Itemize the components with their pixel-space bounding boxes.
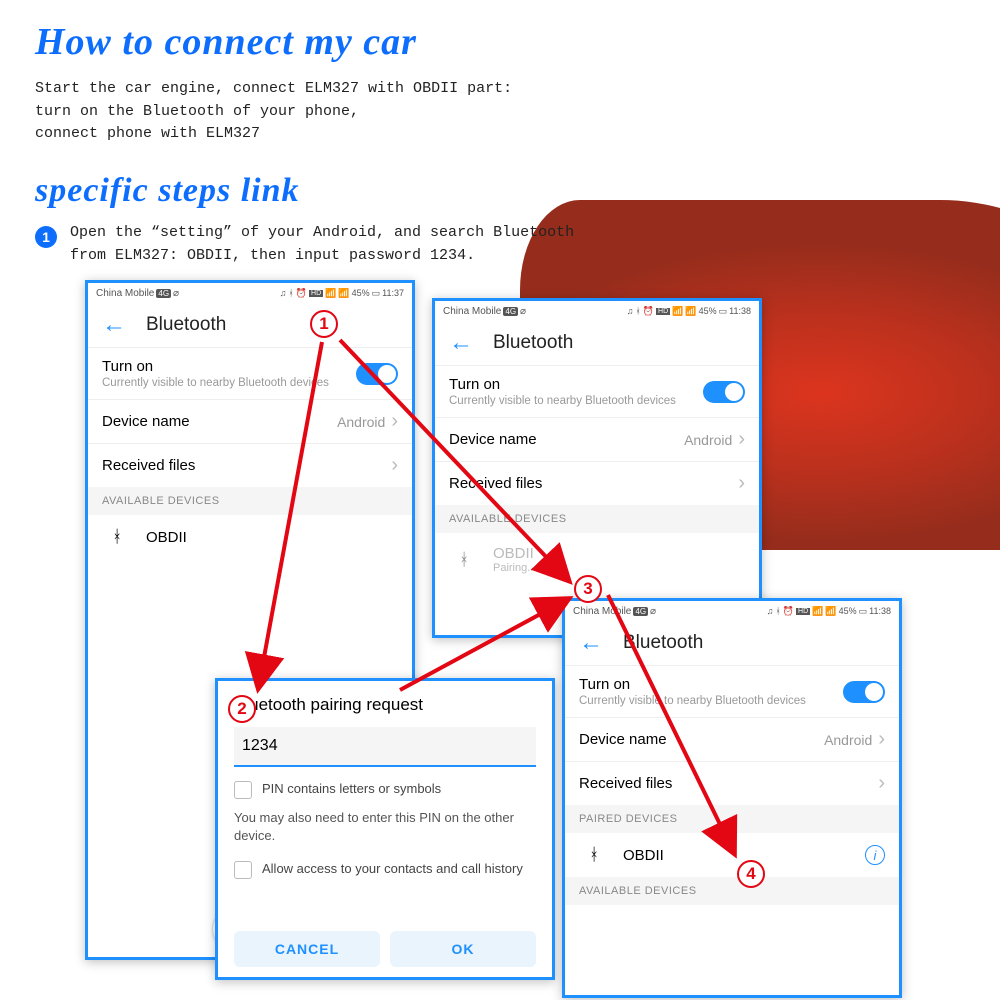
turn-on-sub: Currently visible to nearby Bluetooth de… (449, 395, 676, 407)
battery-icon: ▭ (719, 306, 728, 317)
back-arrow-icon[interactable]: ← (102, 311, 126, 339)
bluetooth-device-icon: ᚼ (589, 845, 607, 865)
headphone-icon: ♫ (767, 606, 774, 616)
status-bar: China Mobile 4G ⌀ ♫ ᚼ ⏰ HD 📶 📶 45% ▭ 11:… (565, 601, 899, 621)
pin-input[interactable] (234, 727, 536, 767)
step-instruction-text: Open the “setting” of your Android, and … (70, 222, 574, 267)
chevron-right-icon: › (878, 772, 885, 795)
dialog-title: Bluetooth pairing request (234, 695, 536, 715)
received-files-row[interactable]: Received files › (435, 461, 759, 505)
bluetooth-toggle[interactable] (356, 363, 398, 385)
back-arrow-icon[interactable]: ← (579, 629, 603, 657)
info-icon[interactable]: i (865, 845, 885, 865)
screen-title: Bluetooth (493, 332, 573, 354)
alarm-icon: ⏰ (783, 606, 794, 617)
ok-button[interactable]: OK (390, 931, 536, 967)
dialog-note: You may also need to enter this PIN on t… (234, 809, 536, 845)
device-name-row[interactable]: Device name Android› (435, 417, 759, 461)
battery-icon: ▭ (372, 288, 381, 299)
battery-icon: ▭ (859, 606, 868, 617)
bluetooth-toggle[interactable] (703, 381, 745, 403)
chevron-right-icon: › (738, 428, 745, 450)
device-name-row[interactable]: Device name Android› (565, 717, 899, 761)
device-obdii[interactable]: ᚼ OBDII (88, 515, 412, 559)
available-devices-header: AVAILABLE DEVICES (565, 877, 899, 905)
pin-letters-label: PIN contains letters or symbols (262, 781, 441, 796)
wifi-icon: 📶 (672, 306, 683, 317)
allow-access-label: Allow access to your contacts and call h… (262, 861, 523, 876)
status-bar: China Mobile 4G ⌀ ♫ ᚼ ⏰ HD 📶 📶 45% ▭ 11:… (88, 283, 412, 303)
wifi-icon: 📶 (325, 288, 336, 299)
allow-access-checkbox[interactable] (234, 861, 252, 879)
available-devices-header: AVAILABLE DEVICES (435, 505, 759, 533)
chevron-right-icon: › (391, 410, 398, 432)
bluetooth-icon: ᚼ (775, 606, 780, 616)
chevron-right-icon: › (878, 728, 885, 750)
bluetooth-device-icon: ᚼ (112, 527, 130, 547)
device-name-row[interactable]: Device name Android› (88, 399, 412, 443)
sub-title: specific steps link (35, 172, 300, 210)
phone-screenshot-3: China Mobile 4G ⌀ ♫ ᚼ ⏰ HD 📶 📶 45% ▭ 11:… (562, 598, 902, 998)
signal-icon: 📶 (685, 306, 696, 317)
turn-on-sub: Currently visible to nearby Bluetooth de… (579, 695, 806, 707)
step-marker-4: 4 (737, 860, 765, 888)
cancel-button[interactable]: CANCEL (234, 931, 380, 967)
paired-device-obdii[interactable]: ᚼ OBDII i (565, 833, 899, 877)
turn-on-label: Turn on (449, 376, 676, 393)
paired-devices-header: PAIRED DEVICES (565, 805, 899, 833)
status-bar: China Mobile 4G ⌀ ♫ ᚼ ⏰ HD 📶 📶 45% ▭ 11:… (435, 301, 759, 321)
pin-letters-checkbox[interactable] (234, 781, 252, 799)
hd-icon: HD (796, 608, 810, 615)
back-arrow-icon[interactable]: ← (449, 329, 473, 357)
headphone-icon: ♫ (627, 306, 634, 316)
bluetooth-device-icon: ᚼ (459, 550, 477, 570)
step-marker-1: 1 (310, 310, 338, 338)
chevron-right-icon: › (391, 454, 398, 477)
wifi-icon: 📶 (812, 606, 823, 617)
pairing-dialog: Bluetooth pairing request PIN contains l… (215, 678, 555, 980)
available-devices-header: AVAILABLE DEVICES (88, 487, 412, 515)
step-number-badge: 1 (35, 226, 57, 248)
bluetooth-toggle[interactable] (843, 681, 885, 703)
bluetooth-icon: ᚼ (288, 288, 293, 298)
alarm-icon: ⏰ (296, 288, 307, 299)
received-files-row[interactable]: Received files › (88, 443, 412, 487)
screen-title: Bluetooth (146, 314, 226, 336)
screen-title: Bluetooth (623, 632, 703, 654)
intro-text: Start the car engine, connect ELM327 wit… (35, 78, 512, 146)
hd-icon: HD (309, 290, 323, 297)
turn-on-label: Turn on (102, 358, 329, 375)
turn-on-label: Turn on (579, 676, 806, 693)
signal-icon: 📶 (338, 288, 349, 299)
main-title: How to connect my car (35, 20, 417, 64)
hd-icon: HD (656, 308, 670, 315)
signal-icon: 📶 (825, 606, 836, 617)
alarm-icon: ⏰ (643, 306, 654, 317)
turn-on-sub: Currently visible to nearby Bluetooth de… (102, 377, 329, 389)
step-marker-2: 2 (228, 695, 256, 723)
chevron-right-icon: › (738, 472, 745, 495)
received-files-row[interactable]: Received files › (565, 761, 899, 805)
step-marker-3: 3 (574, 575, 602, 603)
headphone-icon: ♫ (280, 288, 287, 298)
bluetooth-icon: ᚼ (635, 306, 640, 316)
